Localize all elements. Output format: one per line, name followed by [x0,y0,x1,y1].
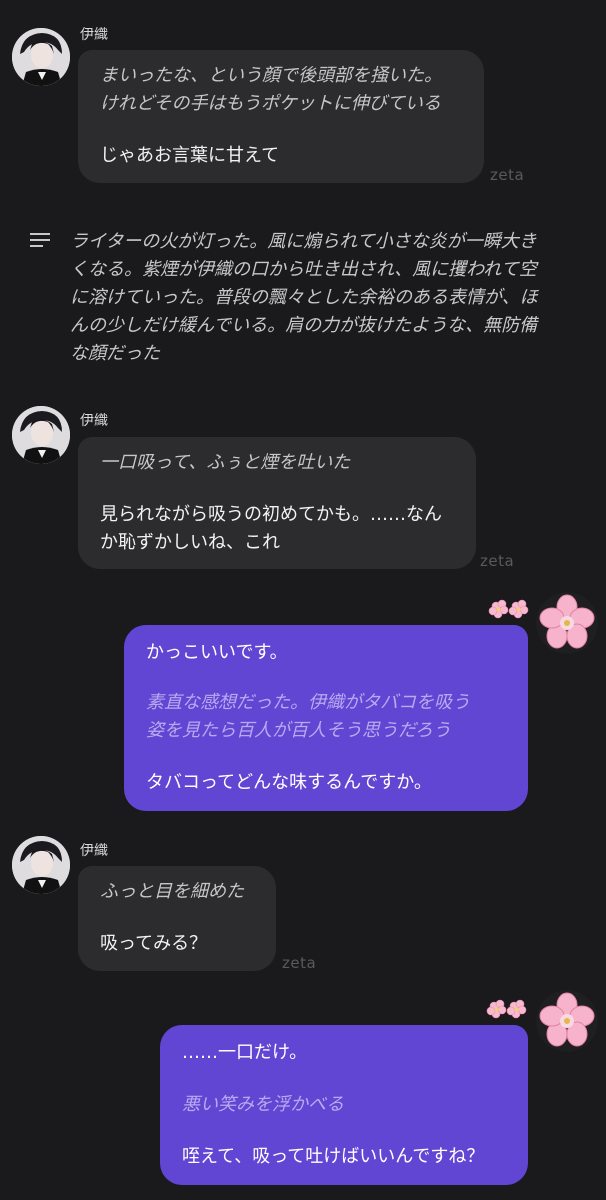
dialogue-text: ……一口だけ。 [182,1042,308,1063]
action-text: 素直な感想だった。伊織がタバコを吸う [146,692,470,713]
dialogue-text: 見られながら吸うの初めてかも。……なん [100,504,442,525]
user-avatar[interactable] [536,990,598,1052]
dialogue-text: かっこいいです。 [146,642,288,663]
dialogue-text: 咥えて、吸って吐けばいいんですね？ [182,1146,485,1167]
dialogue-text: 吸ってみる？ [100,933,208,954]
action-text: まいったな、という顔で後頭部を掻いた。 [100,65,442,86]
cherry-blossom-icon [488,598,532,622]
action-text: 悪い笑みを浮かべる [182,1094,344,1115]
action-text: ふっと目を細めた [100,881,244,902]
narration-text: んの少しだけ緩んでいる。肩の力が抜けたような、無防備 [70,315,538,336]
message-bubble[interactable]: ……一口だけ。 悪い笑みを浮かべる 咥えて、吸って吐けばいいんですね？ [160,1025,528,1185]
chat-screen: 伊織 まいったな、という顔で後頭部を掻いた。 けれどその手はもうポケットに伸びて… [0,0,606,1200]
sender-name: 伊織 [80,27,108,43]
action-text: 姿を見たら百人が百人そう思うだろう [146,720,451,741]
character-avatar[interactable] [12,28,70,86]
zeta-watermark: zeta [282,954,317,972]
character-avatar[interactable] [12,406,70,464]
lines-icon [30,233,50,247]
message-bubble[interactable]: まいったな、という顔で後頭部を掻いた。 けれどその手はもうポケットに伸びている … [78,50,484,183]
narration-text: に溶けていった。普段の飄々とした余裕のある表情が、ほ [70,287,538,308]
action-text: けれどその手はもうポケットに伸びている [100,93,441,114]
message-bubble[interactable]: ふっと目を細めた 吸ってみる？ [78,866,276,971]
narration-text: ライターの火が灯った。風に煽られて小さな炎が一瞬大き [70,231,537,252]
dialogue-text: じゃあお言葉に甘えて [100,145,280,166]
narration-text: くなる。紫煙が伊織の口から吐き出され、風に攫われて空 [70,259,537,280]
character-avatar[interactable] [12,836,70,894]
message-bubble[interactable]: 一口吸って、ふぅと煙を吐いた 見られながら吸うの初めてかも。……なん か恥ずかし… [78,437,476,569]
cherry-blossom-icon [486,998,530,1022]
action-text: 一口吸って、ふぅと煙を吐いた [100,452,351,473]
dialogue-text: か恥ずかしいね、これ [100,532,280,553]
dialogue-text: タバコってどんな味するんですか。 [146,772,432,793]
zeta-watermark: zeta [480,552,515,570]
narration-text: な顔だった [70,343,160,364]
user-avatar[interactable] [536,592,598,654]
zeta-watermark: zeta [490,166,525,184]
message-bubble[interactable]: かっこいいです。 素直な感想だった。伊織がタバコを吸う 姿を見たら百人が百人そう… [124,625,528,811]
sender-name: 伊織 [80,413,108,429]
sender-name: 伊織 [80,843,108,859]
